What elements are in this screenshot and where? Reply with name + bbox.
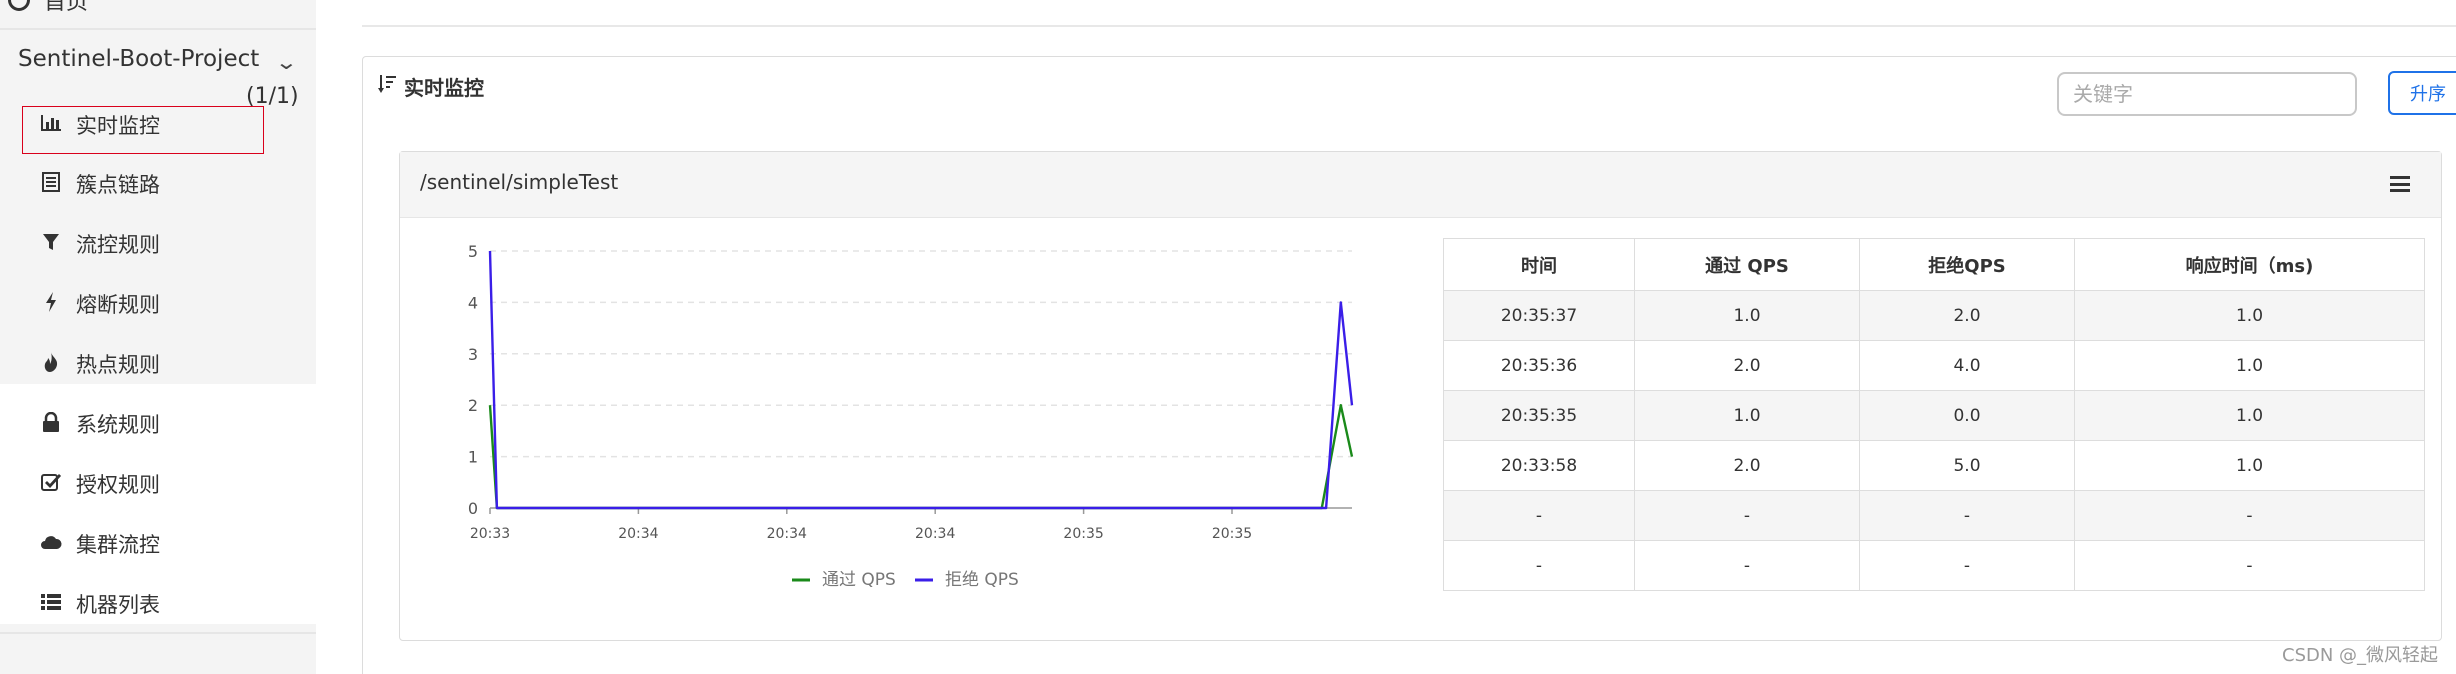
table-row: 20:35:37 1.0 2.0 1.0 [1443,290,2425,341]
fire-icon [40,351,62,377]
x-tick-label: 20:34 [618,526,658,542]
bolt-icon [40,291,62,317]
qps-line-chart: 0 1 2 3 4 5 20:33 20:34 20:34 20:34 20:35 20:35 通过 Q… [468,242,1354,590]
sidebar-item-label: 机器列表 [76,593,160,617]
table-cell: 4.0 [1859,340,2075,391]
sidebar-item-label: 授权规则 [76,473,160,497]
table-cell: - [1443,540,1635,591]
table-header-row: 时间 通过 QPS 拒绝QPS 响应时间（ms) [1443,238,2425,291]
sidebar-item-cluster-flow[interactable]: 集群流控 [40,529,160,559]
home-icon [8,0,30,11]
table-cell: 20:35:36 [1443,340,1635,391]
sidebar-item-hotspot-rules[interactable]: 热点规则 [40,349,160,379]
table-row: - - - - [1443,490,2425,541]
legend-label: 通过 QPS [822,570,896,590]
search-input[interactable] [2057,72,2357,116]
cloud-icon [40,534,62,555]
x-tick-label: 20:34 [767,526,807,542]
x-tick-label: 20:35 [1212,526,1252,542]
table-cell: 1.0 [1634,390,1860,441]
x-tick-label: 20:34 [915,526,955,542]
sidebar-item-label: 实时监控 [76,114,160,138]
sidebar-item-cluster-link[interactable]: 簇点链路 [40,169,160,199]
table-cell: - [2074,490,2425,541]
table-row: 20:35:36 2.0 4.0 1.0 [1443,340,2425,391]
sidebar-item-label: 簇点链路 [76,173,160,197]
sidebar-item-degrade-rules[interactable]: 熔断规则 [40,289,160,319]
table-cell: 2.0 [1634,340,1860,391]
y-tick-label: 4 [468,293,478,312]
sidebar-item-label: 系统规则 [76,413,160,437]
column-header-rt: 响应时间（ms) [2074,238,2425,291]
table-cell: - [1859,490,2075,541]
list-icon [40,171,62,197]
table-row: 20:33:58 2.0 5.0 1.0 [1443,440,2425,491]
table-cell: 1.0 [2074,290,2425,341]
resource-name: /sentinel/simpleTest [420,170,619,194]
panel-title: 实时监控 [378,72,484,101]
table-cell: - [1859,540,2075,591]
y-tick-label: 2 [468,396,478,415]
check-icon [40,472,62,497]
table-cell: 0.0 [1859,390,2075,441]
table-cell: - [1634,490,1860,541]
sort-asc-button[interactable]: 升序 [2388,71,2456,115]
sidebar-item-realtime-monitor[interactable]: 实时监控 [40,110,160,140]
table-cell: 1.0 [2074,340,2425,391]
filter-icon [40,232,62,257]
sidebar-divider [0,28,316,30]
sidebar-item-system-rules[interactable]: 系统规则 [40,409,160,439]
menu-icon[interactable] [2390,176,2410,192]
sidebar-item-label: 首页 [44,0,89,15]
table-cell: 2.0 [1634,440,1860,491]
series-line [488,250,1354,510]
header-divider [362,25,2456,27]
y-tick-label: 5 [468,242,478,261]
column-header-block-qps: 拒绝QPS [1859,238,2075,291]
legend-label: 拒绝 QPS [945,570,1019,590]
bar-chart-icon [40,114,62,137]
panel-title-text: 实时监控 [404,76,484,100]
table-cell: - [2074,540,2425,591]
metrics-table: 时间 通过 QPS 拒绝QPS 响应时间（ms) 20:35:37 1.0 2.… [1443,238,2425,591]
column-header-pass-qps: 通过 QPS [1634,238,1860,291]
table-cell: 2.0 [1859,290,2075,341]
table-cell: 20:35:37 [1443,290,1635,341]
machine-count: (1/1) [246,84,299,109]
list-ul-icon [40,593,62,616]
sidebar-item-label: 集群流控 [76,533,160,557]
table-cell: 20:33:58 [1443,440,1635,491]
table-cell: 5.0 [1859,440,2075,491]
table-cell: 1.0 [2074,390,2425,441]
chevron-down-icon[interactable]: ⌄ [275,50,298,74]
sidebar: 首页 Sentinel-Boot-Project ⌄ (1/1) 实时监控 簇点… [0,0,316,674]
sidebar-item-auth-rules[interactable]: 授权规则 [40,469,160,499]
table-cell: 20:35:35 [1443,390,1635,441]
sidebar-item-label: 流控规则 [76,233,160,257]
watermark: CSDN @_微风轻起 [2282,645,2439,666]
y-tick-label: 3 [468,345,478,364]
sidebar-item-label: 热点规则 [76,353,160,377]
table-row: - - - - [1443,540,2425,591]
table-cell: 1.0 [2074,440,2425,491]
x-tick-label: 20:33 [470,526,510,542]
sidebar-item-label: 熔断规则 [76,293,160,317]
sidebar-item-home[interactable]: 首页 [0,0,88,18]
table-cell: - [1634,540,1860,591]
sort-desc-icon [378,74,396,99]
table-row: 20:35:35 1.0 0.0 1.0 [1443,390,2425,441]
lock-icon [40,411,62,437]
sidebar-divider [0,632,316,634]
y-tick-label: 1 [468,448,478,467]
column-header-time: 时间 [1443,238,1635,291]
table-cell: - [1443,490,1635,541]
x-tick-label: 20:35 [1063,526,1103,542]
sidebar-item-flow-rules[interactable]: 流控规则 [40,229,160,259]
resource-card-header [400,152,2441,218]
sidebar-item-machine-list[interactable]: 机器列表 [40,589,160,619]
table-cell: 1.0 [1634,290,1860,341]
y-tick-label: 0 [468,499,478,518]
app-name[interactable]: Sentinel-Boot-Project [18,46,259,72]
